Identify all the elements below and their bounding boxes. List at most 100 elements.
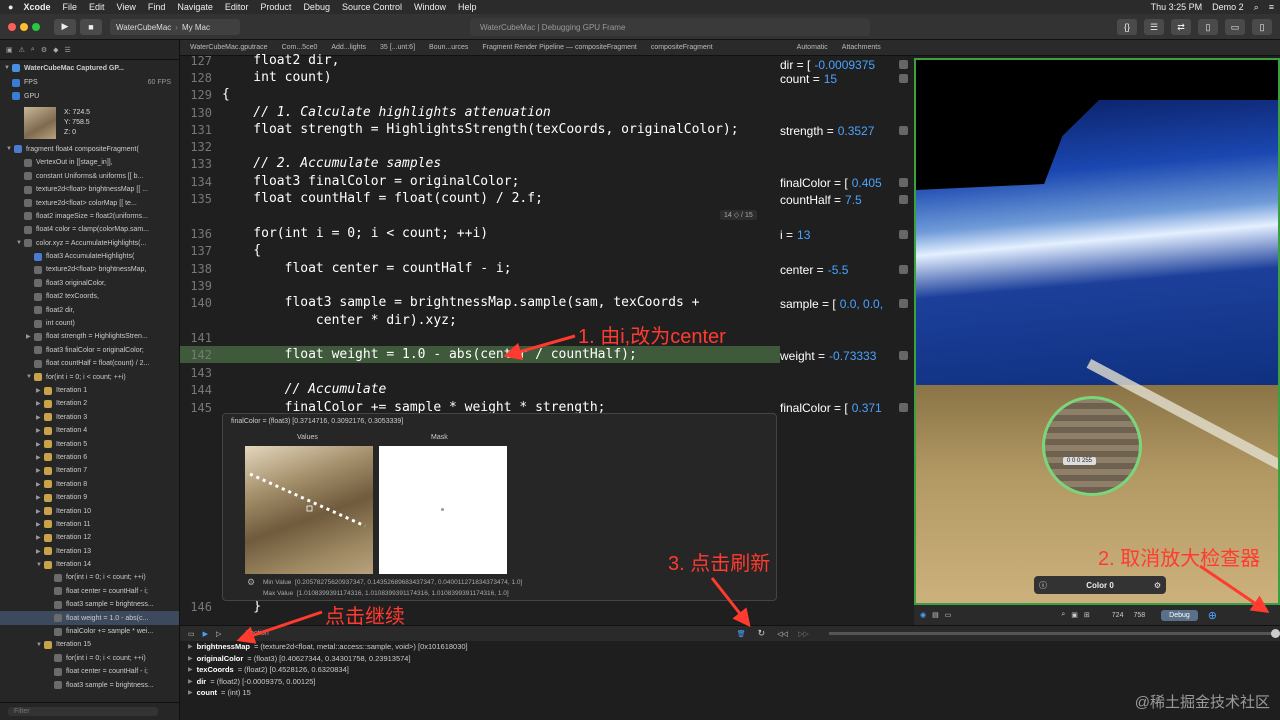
tree-row[interactable]: texture2d<float> brightnessMap [[ ... bbox=[0, 183, 179, 196]
code-line[interactable]: 129 { bbox=[180, 86, 780, 103]
menu-window[interactable]: Window bbox=[414, 2, 446, 12]
jump-gputrace[interactable]: WaterCubeMac.gputrace bbox=[190, 44, 268, 51]
breakpoints-toggle-icon[interactable]: ▶ bbox=[203, 630, 208, 638]
attachment-viewer[interactable]: 0 0 0 255 ⓘ Color 0 ⚙ bbox=[914, 58, 1280, 605]
variable-row[interactable]: ▶ originalColor = (float3) [0.40627344, 0.… bbox=[180, 653, 1280, 665]
navigator-toggle-icon[interactable]: ▯ bbox=[1198, 19, 1218, 35]
variable-value[interactable]: center = -5.5 bbox=[780, 261, 910, 278]
breakpoint-icon[interactable]: ◆ bbox=[53, 46, 58, 54]
tree-row[interactable]: ▼ for(int i = 0; i < count; ++i) bbox=[0, 370, 179, 383]
variable-row[interactable]: ▶ count = (int) 15 bbox=[180, 687, 1280, 699]
code-line[interactable]: 136 for(int i = 0; i < count; ++i) bbox=[180, 225, 780, 242]
search-icon[interactable]: ⌕ bbox=[1254, 2, 1259, 13]
trash-icon[interactable]: 🗑 bbox=[737, 630, 746, 638]
tree-row[interactable]: ▶ Iteration 3 bbox=[0, 411, 179, 424]
line-number[interactable]: 141 bbox=[180, 331, 212, 345]
line-number[interactable]: 136 bbox=[180, 227, 212, 241]
tree-row[interactable]: float3 sample = brightness... bbox=[0, 598, 179, 611]
debug-button[interactable]: Debug bbox=[1161, 609, 1198, 621]
tree-row[interactable]: ▶ Iteration 5 bbox=[0, 437, 179, 450]
line-number[interactable]: 140 bbox=[180, 296, 212, 310]
code-line[interactable]: 140 float3 sample = brightnessMap.sample… bbox=[180, 294, 780, 311]
gpu-row[interactable]: GPU bbox=[0, 89, 179, 102]
disclosure-icon[interactable]: ▼ bbox=[6, 146, 14, 152]
step-forward-icon[interactable]: ▷▷ bbox=[798, 630, 809, 638]
tree-row[interactable]: for(int i = 0; i < count; ++i) bbox=[0, 652, 179, 665]
jump-command-buffer[interactable]: Com...5ce0 bbox=[282, 44, 318, 51]
variable-value[interactable]: finalColor = [0.371 bbox=[780, 399, 910, 416]
tree-row[interactable]: ▶ Iteration 4 bbox=[0, 424, 179, 437]
tree-row[interactable]: ▼ color.xyz = AccumulateHighlights(... bbox=[0, 237, 179, 250]
disclosure-icon[interactable]: ▼ bbox=[26, 374, 34, 380]
variable-value[interactable]: i = 13 bbox=[780, 226, 910, 243]
close-window-button[interactable] bbox=[8, 22, 16, 31]
disclosure-icon[interactable]: ▼ bbox=[4, 65, 12, 71]
magnifier-inspector[interactable]: 0 0 0 255 bbox=[1042, 396, 1142, 496]
tree-row[interactable]: texture2d<float> colorMap [[ te... bbox=[0, 196, 179, 209]
hide-debug-area-icon[interactable]: ▭ bbox=[188, 630, 195, 638]
line-number[interactable]: 130 bbox=[180, 106, 212, 120]
jump-automatic[interactable]: Automatic bbox=[797, 44, 828, 51]
tree-row[interactable]: float3 AccumulateHighlights( bbox=[0, 250, 179, 263]
line-number[interactable]: 129 bbox=[180, 88, 212, 102]
tree-row[interactable]: finalColor += sample * wei... bbox=[0, 625, 179, 638]
layout-icon[interactable]: ▤ bbox=[932, 611, 939, 619]
tree-row[interactable]: ▼ Iteration 15 bbox=[0, 638, 179, 651]
jump-bound-resources[interactable]: Boun...urces bbox=[429, 44, 468, 51]
tree-row[interactable]: ▶ Iteration 8 bbox=[0, 478, 179, 491]
line-number[interactable]: 128 bbox=[180, 71, 212, 85]
line-number[interactable]: 131 bbox=[180, 123, 212, 137]
code-line[interactable]: 133 // 2. Accumulate samples bbox=[180, 155, 780, 172]
menu-view[interactable]: View bbox=[116, 2, 135, 12]
refresh-icon[interactable]: ↻ bbox=[758, 628, 766, 639]
tree-row[interactable]: ▼ Iteration 14 bbox=[0, 558, 179, 571]
menu-app-name[interactable]: Xcode bbox=[23, 2, 50, 12]
variable-row[interactable]: ▶ dir = (float2) [-0.0009375, 0.00125] bbox=[180, 676, 1280, 688]
tree-row[interactable]: float4 color = clamp(colorMap.sam... bbox=[0, 223, 179, 236]
disclosure-icon[interactable]: ▶ bbox=[36, 427, 44, 434]
step-back-icon[interactable]: ◁◁ bbox=[777, 630, 788, 638]
tree-row[interactable]: for(int i = 0; i < count; ++i) bbox=[0, 571, 179, 584]
line-number[interactable]: 145 bbox=[180, 401, 212, 415]
menu-product[interactable]: Product bbox=[260, 2, 291, 12]
menu-file[interactable]: File bbox=[62, 2, 77, 12]
line-number[interactable]: 146 bbox=[180, 600, 212, 614]
tree-row[interactable]: float center = countHalf - i; bbox=[0, 665, 179, 678]
gear-icon[interactable]: ⚙ bbox=[247, 577, 255, 588]
tree-row[interactable]: float2 texCoords, bbox=[0, 290, 179, 303]
disclosure-icon[interactable]: ▶ bbox=[188, 643, 193, 650]
disclosure-icon[interactable]: ▶ bbox=[188, 655, 193, 662]
code-line[interactable]: 138 float center = countHalf - i; bbox=[180, 260, 780, 277]
zoom-out-icon[interactable]: ⌕ bbox=[1061, 611, 1065, 619]
disclosure-icon[interactable]: ▶ bbox=[36, 508, 44, 515]
jump-attachments[interactable]: Attachments bbox=[842, 44, 881, 51]
tree-row[interactable]: ▶ Iteration 11 bbox=[0, 518, 179, 531]
code-line[interactable]: 144 // Accumulate bbox=[180, 381, 780, 398]
variable-value[interactable]: finalColor = [0.405 bbox=[780, 174, 910, 191]
tree-row[interactable]: float2 dir, bbox=[0, 303, 179, 316]
quick-look-icon[interactable] bbox=[899, 265, 908, 274]
tree-row[interactable]: constant Uniforms& uniforms [[ b... bbox=[0, 170, 179, 183]
timeline-slider[interactable] bbox=[828, 629, 1280, 638]
tree-row[interactable]: ▶ Iteration 12 bbox=[0, 531, 179, 544]
variable-value[interactable]: weight = -0.73333 bbox=[780, 347, 910, 364]
menu-source-control[interactable]: Source Control bbox=[342, 2, 402, 12]
line-number[interactable]: 134 bbox=[180, 175, 212, 189]
quick-look-icon[interactable] bbox=[899, 299, 908, 308]
mode-icon[interactable]: ◉ bbox=[920, 611, 926, 619]
disclosure-icon[interactable]: ▶ bbox=[36, 454, 44, 461]
code-line[interactable]: 131 float strength = HighlightsStrength(… bbox=[180, 121, 780, 138]
code-line[interactable]: 130 // 1. Calculate highlights attenuati… bbox=[180, 104, 780, 121]
quick-look-icon[interactable] bbox=[899, 60, 908, 69]
code-line[interactable]: 134 float3 finalColor = originalColor; bbox=[180, 173, 780, 190]
menu-help[interactable]: Help bbox=[458, 2, 477, 12]
tree-row[interactable]: ▶ Iteration 1 bbox=[0, 384, 179, 397]
code-line[interactable]: 137 { bbox=[180, 242, 780, 259]
quick-look-icon[interactable] bbox=[899, 230, 908, 239]
folder-icon[interactable]: ▣ bbox=[6, 46, 13, 54]
disclosure-icon[interactable]: ▼ bbox=[16, 240, 24, 246]
code-line[interactable]: 135 float countHalf = float(count) / 2.f… bbox=[180, 190, 780, 207]
tree-row[interactable]: float weight = 1.0 - abs(c... bbox=[0, 611, 179, 625]
quick-look-icon[interactable] bbox=[899, 178, 908, 187]
run-button[interactable]: ▶ bbox=[54, 18, 76, 35]
